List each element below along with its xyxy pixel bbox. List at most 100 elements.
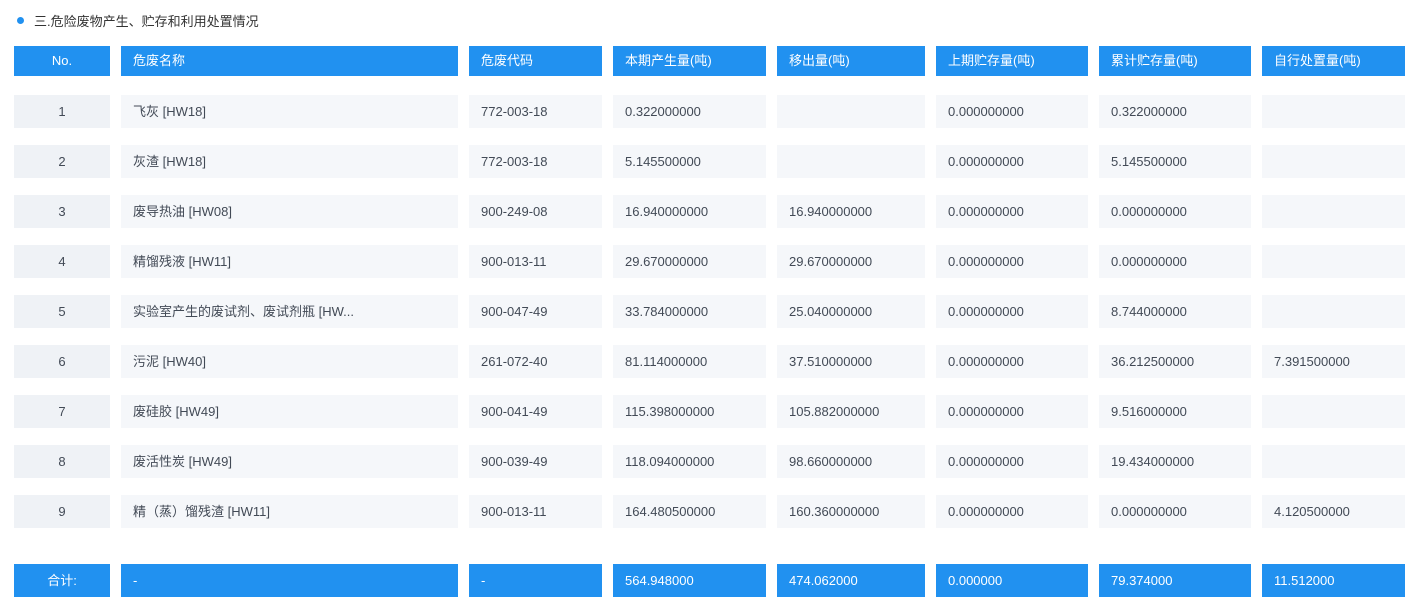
cell-code: 900-047-49 [469,295,602,328]
cell-name: 废导热油 [HW08] [121,195,458,228]
cell-self-disposal [1262,95,1405,128]
table-row: 5 实验室产生的废试剂、废试剂瓶 [HW... 900-047-49 33.78400… [14,295,1405,328]
cell-removed: 16.940000000 [777,195,925,228]
total-cell-produced: 564.948000 [613,564,766,597]
table-row: 9精（蒸）馏残渣 [HW11]900-013-11164.48050000016… [14,495,1405,528]
cell-removed: 98.660000000 [777,445,925,478]
cell-no: 1 [14,95,110,128]
cell-code: 900-249-08 [469,195,602,228]
table-total-row: 合计:--564.948000474.0620000.00000079.3740… [14,564,1405,597]
cell-removed [777,145,925,178]
table-row: 4精馏残液 [HW11]900-013-1129.67000000029.670… [14,245,1405,278]
cell-prev-storage: 0.000000000 [936,395,1088,428]
cell-self-disposal: 4.120500000 [1262,495,1405,528]
cell-removed [777,95,925,128]
cell-produced: 81.114000000 [613,345,766,378]
table-row: 2 灰渣 [HW18] 772-003-18 5.145500000 0.0000000… [14,145,1405,178]
bullet-icon [17,17,24,24]
total-cell-name: - [121,564,458,597]
cell-cum-storage: 0.000000000 [1099,245,1251,278]
cell-name: 精（蒸）馏残渣 [HW11] [121,495,458,528]
table-row: 8废活性炭 [HW49]900-039-49118.09400000098.66… [14,445,1405,478]
column-header-self-disposal: 自行处置量(吨) [1262,46,1405,76]
cell-code: 900-013-11 [469,495,602,528]
cell-code: 772-003-18 [469,145,602,178]
table-row: 6 污泥 [HW40] 261-072-40 81.114000000 37.51000… [14,345,1405,378]
cell-cum-storage: 36.212500000 [1099,345,1251,378]
cell-produced: 29.670000000 [613,245,766,278]
cell-name: 飞灰 [HW18] [121,95,458,128]
total-cell-removed: 474.062000 [777,564,925,597]
cell-code: 900-013-11 [469,245,602,278]
cell-cum-storage: 0.000000000 [1099,495,1251,528]
cell-code: 261-072-40 [469,345,602,378]
total-cell-self-disposal: 11.512000 [1262,564,1405,597]
cell-name: 废硅胶 [HW49] [121,395,458,428]
column-header-cum-storage: 累计贮存量(吨) [1099,46,1251,76]
cell-produced: 16.940000000 [613,195,766,228]
cell-removed: 105.882000000 [777,395,925,428]
column-header-code: 危废代码 [469,46,602,76]
cell-name: 灰渣 [HW18] [121,145,458,178]
cell-no: 3 [14,195,110,228]
cell-produced: 5.145500000 [613,145,766,178]
table-body: 1 飞灰 [HW18] 772-003-18 0.322000000 0.0000000… [14,95,1405,528]
table-row: 7 废硅胶 [HW49] 900-041-49 115.398000000 105.88… [14,395,1405,428]
cell-self-disposal [1262,195,1405,228]
cell-self-disposal: 7.391500000 [1262,345,1405,378]
cell-self-disposal [1262,295,1405,328]
hazardous-waste-report-page: 三.危险废物产生、贮存和利用处置情况 No. 危废名称危废代码本期产生量(吨) 移出… [0,0,1423,616]
cell-no: 6 [14,345,110,378]
section-title: 三.危险废物产生、贮存和利用处置情况 [34,11,259,30]
cell-cum-storage: 0.322000000 [1099,95,1251,128]
cell-self-disposal [1262,395,1405,428]
cell-prev-storage: 0.000000000 [936,95,1088,128]
cell-code: 900-039-49 [469,445,602,478]
cell-removed: 37.510000000 [777,345,925,378]
cell-produced: 115.398000000 [613,395,766,428]
cell-prev-storage: 0.000000000 [936,245,1088,278]
cell-prev-storage: 0.000000000 [936,495,1088,528]
cell-name: 污泥 [HW40] [121,345,458,378]
cell-removed: 25.040000000 [777,295,925,328]
column-header-removed: 移出量(吨) [777,46,925,76]
column-header-no: No. [14,46,110,76]
cell-code: 772-003-18 [469,95,602,128]
cell-self-disposal [1262,445,1405,478]
cell-cum-storage: 8.744000000 [1099,295,1251,328]
cell-prev-storage: 0.000000000 [936,445,1088,478]
cell-no: 7 [14,395,110,428]
cell-no: 4 [14,245,110,278]
cell-prev-storage: 0.000000000 [936,345,1088,378]
table-row: 1 飞灰 [HW18] 772-003-18 0.322000000 0.0000000… [14,95,1405,128]
cell-cum-storage: 9.516000000 [1099,395,1251,428]
cell-removed: 160.360000000 [777,495,925,528]
cell-produced: 118.094000000 [613,445,766,478]
hazardous-waste-table: No.危废名称危废代码本期产生量(吨)移出量(吨)上期贮存量(吨)累计贮存量(吨… [14,46,1405,597]
table-row: 3 废导热油 [HW08] 900-249-08 16.940000000 16.940… [14,195,1405,228]
cell-no: 8 [14,445,110,478]
cell-produced: 164.480500000 [613,495,766,528]
cell-no: 5 [14,295,110,328]
total-cell-prev-storage: 0.000000 [936,564,1088,597]
cell-produced: 0.322000000 [613,95,766,128]
cell-self-disposal [1262,145,1405,178]
column-header-name: 危废名称 [121,46,458,76]
cell-no: 2 [14,145,110,178]
cell-removed: 29.670000000 [777,245,925,278]
total-cell-no: 合计: [14,564,110,597]
table-header-row: No.危废名称危废代码本期产生量(吨)移出量(吨)上期贮存量(吨)累计贮存量(吨… [14,46,1405,76]
cell-produced: 33.784000000 [613,295,766,328]
total-cell-code: - [469,564,602,597]
total-cell-cum-storage: 79.374000 [1099,564,1251,597]
column-header-produced: 本期产生量(吨) [613,46,766,76]
cell-cum-storage: 0.000000000 [1099,195,1251,228]
cell-self-disposal [1262,245,1405,278]
cell-prev-storage: 0.000000000 [936,145,1088,178]
section-title-bar: 三.危险废物产生、贮存和利用处置情况 [0,0,1423,29]
cell-prev-storage: 0.000000000 [936,295,1088,328]
cell-prev-storage: 0.000000000 [936,195,1088,228]
cell-cum-storage: 5.145500000 [1099,145,1251,178]
cell-code: 900-041-49 [469,395,602,428]
cell-name: 实验室产生的废试剂、废试剂瓶 [HW... [121,295,458,328]
